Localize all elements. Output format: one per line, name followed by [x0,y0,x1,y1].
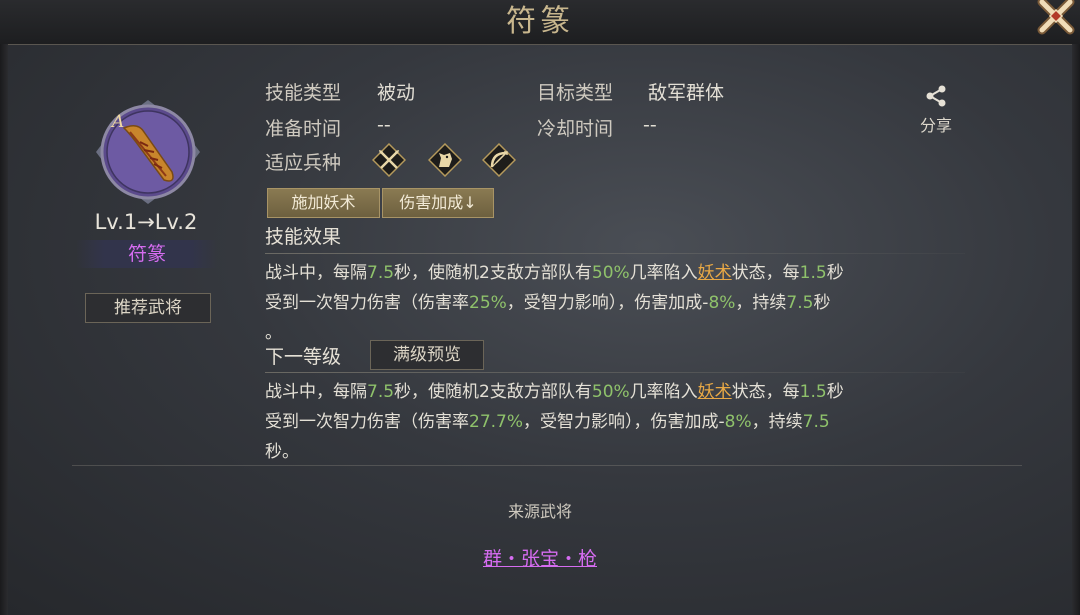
skill-type-value: 被动 [377,82,416,104]
share-button[interactable]: 分享 [906,84,966,136]
skill-name: 符篆 [76,240,218,268]
talisman-icon [96,100,200,204]
bow-icon [481,142,517,178]
effect-divider [265,253,965,254]
cooldown-label: 冷却时间 [537,118,614,140]
skill-type-label: 技能类型 [265,82,342,104]
cavalry-icon [427,142,463,178]
cooldown-value: -- [643,114,657,136]
frame-right-edge [1072,44,1080,615]
close-icon [1037,0,1075,35]
troop-type-label: 适应兵种 [265,152,342,174]
prep-time-label: 准备时间 [265,118,342,140]
troop-cavalry[interactable] [427,142,463,178]
tag-damage-bonus-down: 伤害加成↓ [382,188,494,218]
source-general-row: 群・张宝・枪 [0,544,1080,571]
next-level-description: 战斗中，每隔7.5秒，使随机2支敌方部队有50%几率陷入妖术状态，每1.5秒 受… [265,382,844,462]
grade-badge: A [112,112,125,132]
skill-emblem: A [94,98,202,206]
share-icon [926,85,946,107]
troop-spear[interactable] [371,142,407,178]
status-link-sorcery[interactable]: 妖术 [698,263,732,283]
spear-icon [371,142,407,178]
source-divider [72,465,1022,466]
prep-time-value: -- [377,114,391,136]
skill-level: Lv.1→Lv.2 [94,210,198,234]
effect-title: 技能效果 [265,226,342,248]
next-level-title: 下一等级 [265,346,342,368]
status-link-sorcery-next[interactable]: 妖术 [698,382,732,402]
title-bar: 符篆 [0,0,1080,45]
tag-apply-sorcery: 施加妖术 [267,188,380,218]
next-level-divider [265,372,965,373]
effect-description: 战斗中，每隔7.5秒，使随机2支敌方部队有50%几率陷入妖术状态，每1.5秒 受… [265,263,844,343]
window-title: 符篆 [506,4,574,39]
close-button[interactable] [1034,0,1078,38]
share-label: 分享 [919,116,952,135]
max-level-preview-button[interactable]: 满级预览 [370,340,484,370]
recommend-generals-button[interactable]: 推荐武将 [85,293,211,323]
troop-archer[interactable] [481,142,517,178]
target-type-value: 敌军群体 [648,82,725,104]
source-general-link[interactable]: 群・张宝・枪 [483,548,597,570]
source-generals-title: 来源武将 [507,502,572,521]
frame-left-edge [0,44,8,615]
target-type-label: 目标类型 [537,82,614,104]
